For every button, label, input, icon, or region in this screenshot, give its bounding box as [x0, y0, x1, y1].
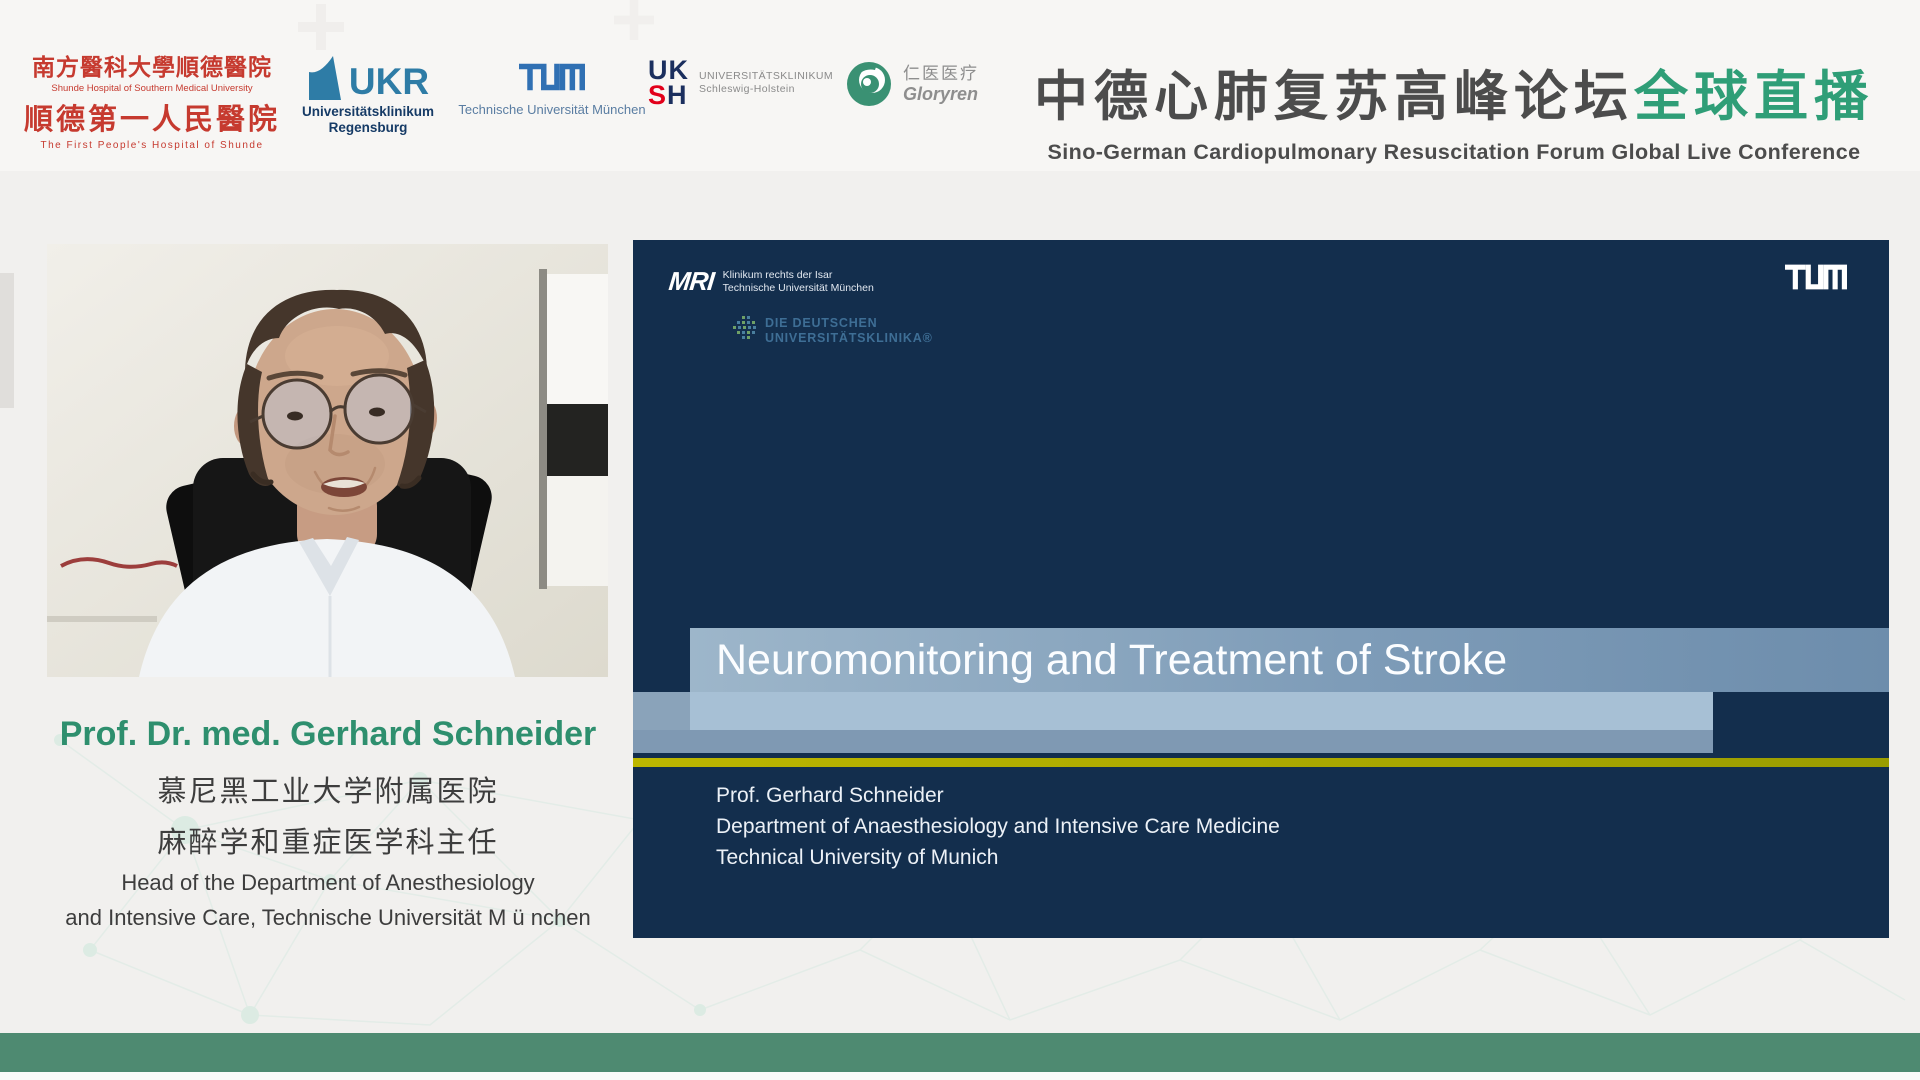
cross-decoration: [614, 0, 654, 40]
deutsche-universitaetsklinika-logo: DIE DEUTSCHEN UNIVERSITÄTSKLINIKA®: [733, 316, 933, 346]
slide-band-decoration: [633, 692, 1713, 730]
conference-title: 中德心肺复苏高峰论坛全球直播 Sino-German Cardiopulmona…: [1010, 52, 1898, 165]
title-cn-main: 中德心肺复苏高峰论坛: [1034, 67, 1634, 127]
gloryren-logo: 仁医医疗 Gloryren: [845, 60, 979, 108]
speaker-affiliation-cn-2: 麻醉学和重症医学科主任: [8, 819, 648, 861]
speaker-portrait: [47, 244, 608, 677]
speaker-name: Prof. Dr. med. Gerhard Schneider: [8, 715, 648, 754]
slide-presenter-univ: Technical University of Munich: [716, 842, 1280, 873]
gloryren-swirl-icon: [845, 60, 893, 108]
tum-logo: [1785, 264, 1847, 290]
title-cn-accent: 全球直播: [1634, 67, 1874, 127]
tum-logo: [519, 62, 585, 92]
left-edge-decoration: [0, 273, 14, 408]
slide-band-decoration-2: [633, 730, 1713, 753]
mri-klinikum-logo: MRI Klinikum rechts der Isar Technische …: [669, 268, 874, 295]
ukr-logo: UKR Universitätsklinikum Regensburg: [288, 56, 448, 136]
slide-presenter-name: Prof. Gerhard Schneider: [716, 780, 1280, 811]
header-bar: 南方醫科大學順德醫院 Shunde Hospital of Southern M…: [0, 0, 1920, 171]
tum-header-logo: Technische Universität München: [462, 62, 642, 117]
slide-title: Neuromonitoring and Treatment of Stroke: [690, 628, 1889, 692]
speaker-affiliation-cn-1: 慕尼黑工业大学附属医院: [8, 768, 648, 810]
speaker-video: [47, 244, 608, 677]
mri-logo-glyph: MRI: [668, 268, 715, 294]
uksh-sh: SH: [648, 83, 689, 108]
shunde-hospital-logo: 南方醫科大學順德醫院 Shunde Hospital of Southern M…: [28, 48, 276, 151]
slide-title-band: Neuromonitoring and Treatment of Stroke: [690, 628, 1889, 692]
speaker-caption: Prof. Dr. med. Gerhard Schneider 慕尼黑工业大学…: [8, 715, 648, 931]
shunde-calligraphy: 南方醫科大學順德醫院: [32, 48, 272, 82]
speaker-affiliation-en-1: Head of the Department of Anesthesiology: [8, 870, 648, 896]
slide-presenter-block: Prof. Gerhard Schneider Department of An…: [716, 780, 1280, 873]
conference-subtitle: Sino-German Cardiopulmonary Resuscitatio…: [1010, 140, 1898, 165]
slide-presenter-dept: Department of Anaesthesiology and Intens…: [716, 811, 1280, 842]
slide-yellow-rule: [633, 758, 1889, 767]
uksh-logo: UK SH UNIVERSITÄTSKLINIKUM Schleswig-Hol…: [648, 58, 833, 108]
duk-dot-grid-icon: [733, 316, 757, 342]
ukr-wave-icon: [307, 56, 347, 100]
presentation-slide: MRI Klinikum rechts der Isar Technische …: [633, 240, 1889, 938]
bottom-green-bar: [0, 1033, 1920, 1072]
cross-decoration: [298, 4, 344, 50]
bottom-white-strip: [0, 1072, 1920, 1080]
speaker-affiliation-en-2: and Intensive Care, Technische Universit…: [8, 905, 648, 931]
